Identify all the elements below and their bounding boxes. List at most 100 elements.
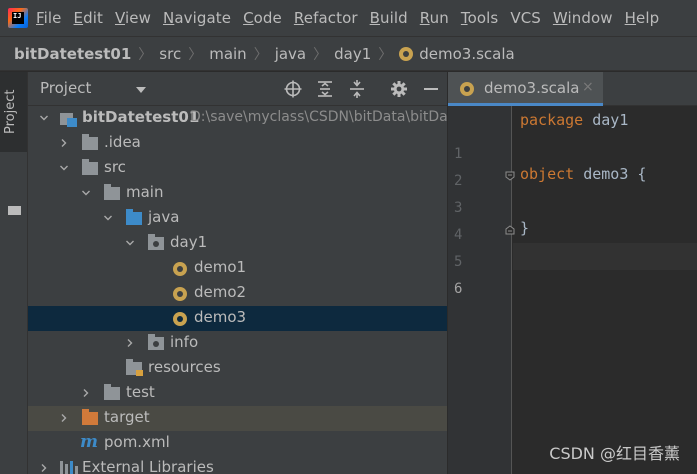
chevron-right-icon[interactable]	[60, 139, 68, 147]
chevron-down-icon[interactable]	[60, 164, 68, 172]
chevron-right-icon[interactable]	[82, 389, 90, 397]
breadcrumb-src[interactable]: src	[159, 45, 181, 63]
scala-file-icon	[173, 312, 187, 326]
breadcrumb-java[interactable]: java	[275, 45, 306, 63]
crosshair-icon[interactable]	[284, 80, 302, 98]
line-number: 1	[454, 146, 463, 162]
chevron-down-icon[interactable]	[136, 87, 146, 93]
tree-label-info: info	[170, 333, 199, 351]
tree-row-target[interactable]: target	[28, 406, 447, 431]
menu-bar: IJ File Edit View Navigate Code Refactor…	[0, 0, 697, 36]
line-number: 6	[454, 281, 463, 297]
intellij-logo-icon[interactable]: IJ	[8, 8, 28, 28]
tree-row-info[interactable]: info	[28, 331, 447, 356]
chevron-down-icon[interactable]	[82, 189, 90, 197]
tree-label-demo3: demo3	[194, 308, 247, 326]
expand-all-icon[interactable]	[316, 80, 334, 98]
project-panel: Project bitDatetest01 D:\save\myclass\CS…	[28, 72, 447, 474]
keyword-package: package	[520, 111, 584, 129]
current-line-highlight	[513, 243, 697, 270]
fold-open-icon[interactable]	[505, 171, 515, 181]
menu-vcs[interactable]: VCS	[510, 9, 541, 27]
keyword-object: object	[520, 165, 575, 183]
root-path: D:\save\myclass\CSDN\bitData\bitDatetest…	[190, 109, 447, 125]
project-view-selector[interactable]: Project	[40, 79, 91, 97]
code-line-3[interactable]: object demo3 {	[520, 165, 646, 183]
tree-row-pom[interactable]: m pom.xml	[28, 431, 447, 456]
menu-run[interactable]: Run	[420, 9, 449, 27]
collapse-all-icon[interactable]	[348, 80, 366, 98]
resources-folder-icon	[126, 359, 143, 376]
tree-label-pom: pom.xml	[104, 433, 170, 451]
minimize-icon[interactable]	[422, 80, 440, 98]
tree-row-demo3[interactable]: demo3	[28, 306, 447, 331]
chevron-right-icon: 〉	[253, 46, 268, 63]
scala-file-icon	[399, 46, 414, 61]
code-line-5[interactable]: }	[520, 219, 529, 237]
folder-icon	[82, 134, 98, 150]
breadcrumb-project[interactable]: bitDatetest01	[14, 45, 131, 63]
chevron-right-icon: 〉	[378, 46, 393, 63]
tree-label-day1: day1	[170, 233, 208, 251]
menu-window[interactable]: Window	[553, 9, 613, 27]
menu-code[interactable]: Code	[243, 9, 282, 27]
tree-row-java[interactable]: java	[28, 206, 447, 231]
chevron-down-icon[interactable]	[126, 239, 134, 247]
breadcrumb-day1[interactable]: day1	[334, 45, 371, 63]
chevron-right-icon[interactable]	[126, 339, 134, 347]
breadcrumb-file[interactable]: demo3.scala	[419, 45, 514, 63]
menu-build[interactable]: Build	[370, 9, 408, 27]
tree-row-resources[interactable]: resources	[28, 356, 447, 381]
tree-row-demo1[interactable]: demo1	[28, 256, 447, 281]
editor-gutter: 1 2 3 4 5 6	[448, 106, 512, 474]
line-number: 5	[454, 254, 463, 270]
breadcrumb-main[interactable]: main	[209, 45, 246, 63]
folder-icon	[82, 159, 98, 175]
tree-row-root[interactable]: bitDatetest01 D:\save\myclass\CSDN\bitDa…	[28, 106, 447, 131]
menu-help[interactable]: Help	[625, 9, 660, 27]
fold-close-icon[interactable]	[505, 225, 515, 235]
tree-row-test[interactable]: test	[28, 381, 447, 406]
menu-refactor[interactable]: Refactor	[294, 9, 358, 27]
tree-row-day1[interactable]: day1	[28, 231, 447, 256]
code-line-1[interactable]: package day1	[520, 111, 628, 129]
folder-icon	[104, 384, 120, 400]
tree-label-main: main	[126, 183, 164, 201]
tree-label-external-libraries: External Libraries	[82, 458, 214, 474]
chevron-down-icon[interactable]	[104, 214, 112, 222]
excluded-folder-icon	[82, 409, 98, 425]
libraries-icon	[60, 461, 78, 474]
tree-label-demo2: demo2	[194, 283, 247, 301]
tree-row-idea[interactable]: .idea	[28, 131, 447, 156]
source-folder-icon	[126, 209, 142, 225]
scala-file-icon	[173, 287, 187, 301]
project-stripe-label: Project	[3, 89, 18, 134]
scala-file-icon	[173, 262, 187, 276]
tree-row-main[interactable]: main	[28, 181, 447, 206]
tree-row-src[interactable]: src	[28, 156, 447, 181]
tree-row-demo2[interactable]: demo2	[28, 281, 447, 306]
gear-icon[interactable]	[390, 80, 408, 98]
package-icon	[148, 334, 164, 350]
chevron-down-icon[interactable]	[40, 114, 48, 122]
menu-view[interactable]: View	[115, 9, 151, 27]
chevron-right-icon: 〉	[138, 46, 153, 63]
module-icon	[60, 111, 78, 127]
tree-row-external-libraries[interactable]: External Libraries	[28, 456, 447, 474]
chevron-right-icon[interactable]	[60, 414, 68, 422]
tree-label-demo1: demo1	[194, 258, 247, 276]
editor-tab-demo3[interactable]: demo3.scala ×	[448, 72, 603, 106]
tree-label-idea: .idea	[104, 133, 141, 151]
chevron-right-icon[interactable]	[40, 464, 48, 472]
object-declaration: demo3 {	[574, 165, 647, 183]
editor-panel: demo3.scala × 1 2 3 4 5 6 package day1 o…	[448, 72, 697, 474]
project-tool-window-button[interactable]: Project	[0, 72, 27, 152]
close-icon[interactable]: ×	[582, 79, 594, 95]
menu-edit[interactable]: Edit	[74, 9, 103, 27]
menu-tools[interactable]: Tools	[461, 9, 498, 27]
line-number: 2	[454, 173, 463, 189]
menu-navigate[interactable]: Navigate	[163, 9, 231, 27]
tree-label-target: target	[104, 408, 150, 426]
menu-file[interactable]: File	[36, 9, 62, 27]
project-panel-header: Project	[28, 72, 447, 106]
